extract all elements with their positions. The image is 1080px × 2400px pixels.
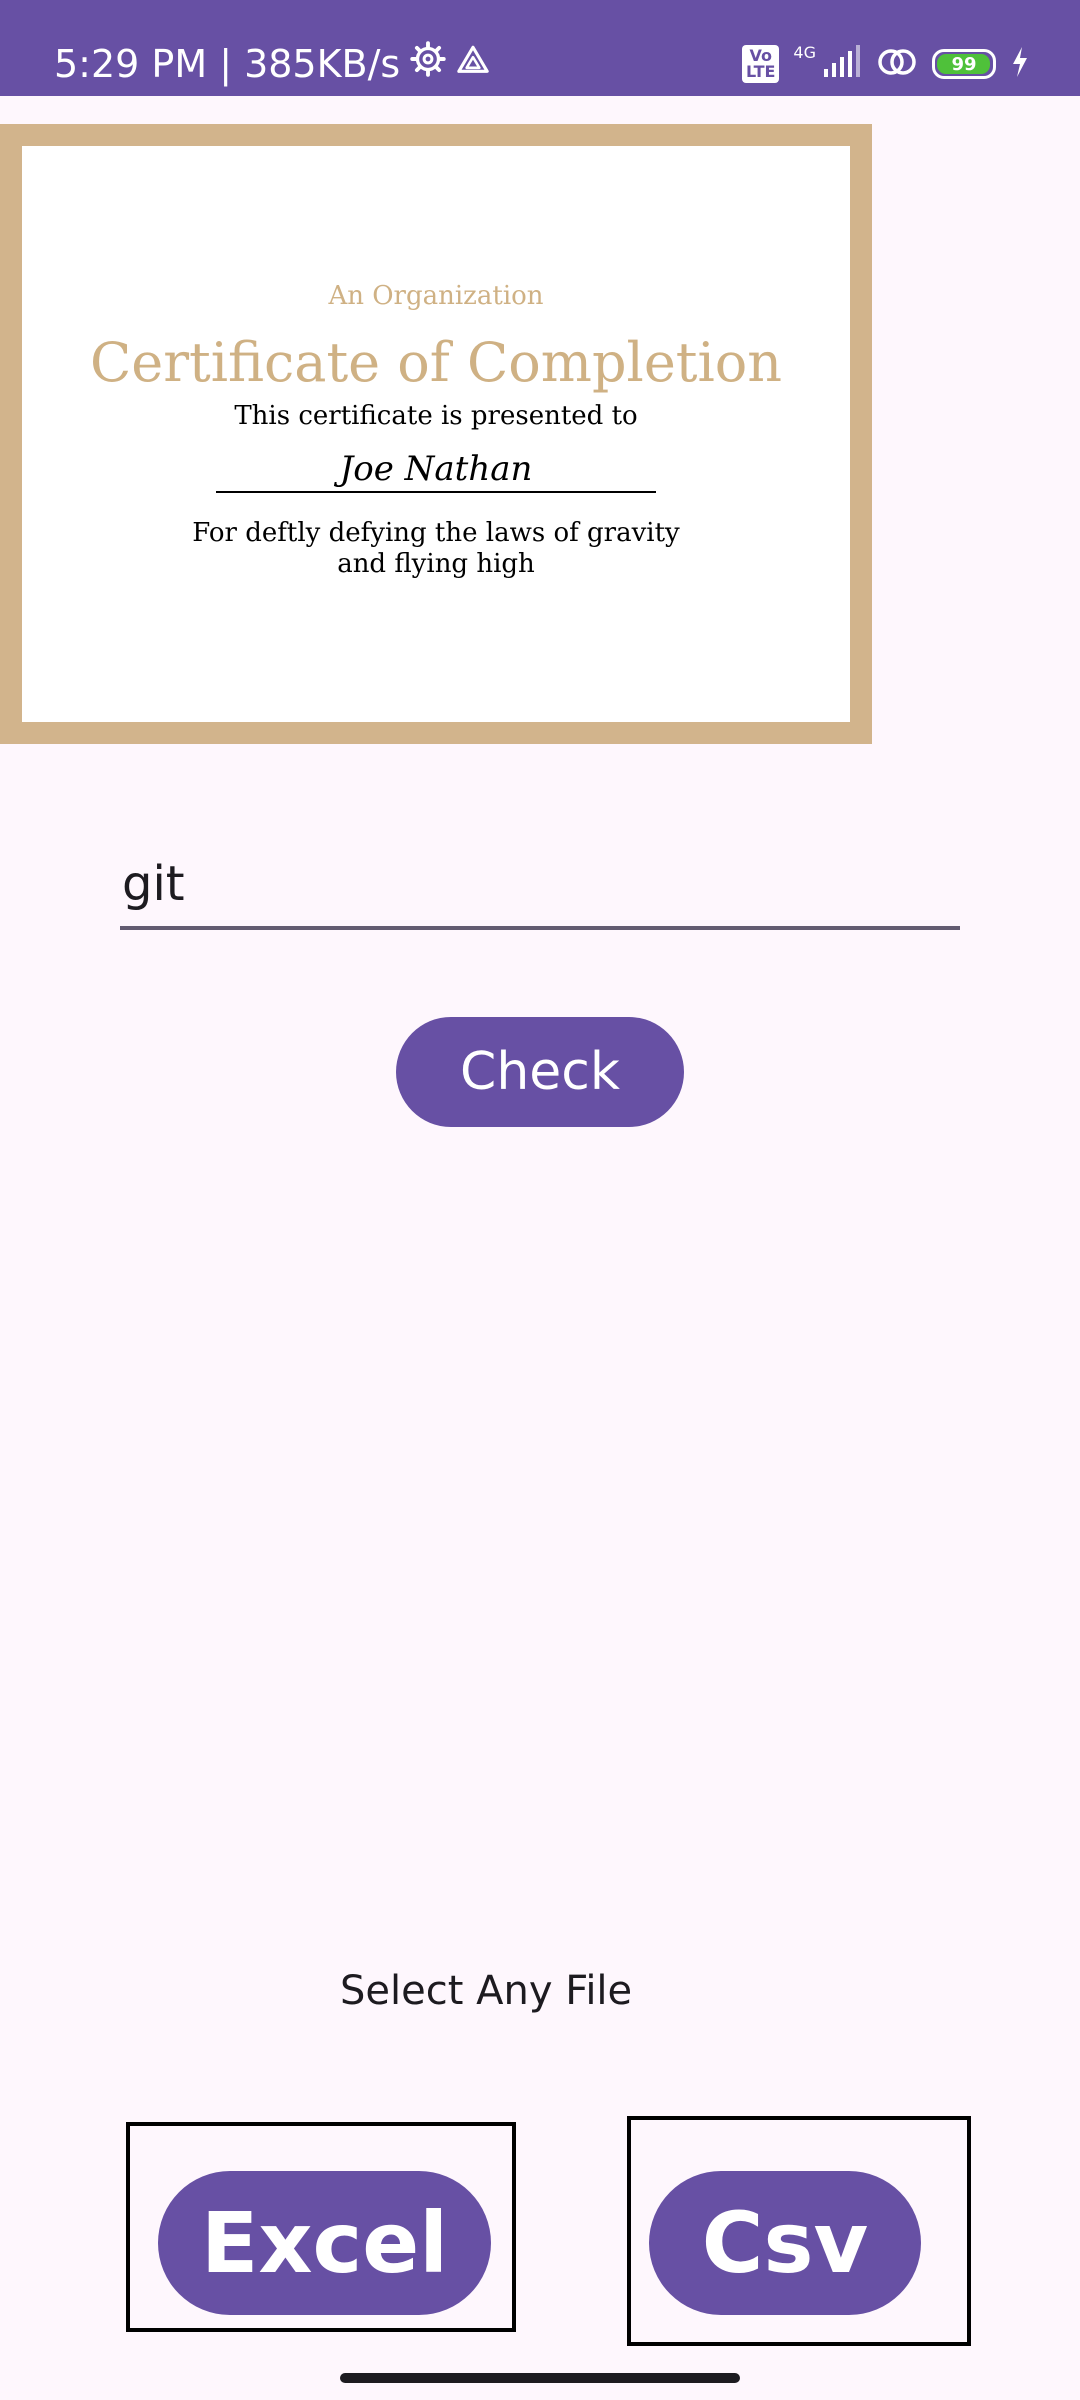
drive-icon	[456, 36, 490, 92]
check-button[interactable]: Check	[396, 1017, 684, 1127]
certificate-organization: An Organization	[328, 281, 544, 311]
certificate-reason: For deftly defying the laws of gravity a…	[192, 518, 680, 579]
signal-icon	[822, 45, 862, 83]
certificate-presented-to: This certificate is presented to	[234, 401, 638, 431]
certificate-title: Certificate of Completion	[89, 331, 783, 394]
bolt-icon	[1010, 46, 1030, 82]
status-left: 5:29 PM | 385KB/s	[54, 36, 490, 92]
certificate-recipient-name: Joe Nathan	[216, 449, 656, 493]
name-input-value[interactable]: git	[122, 856, 185, 912]
excel-button[interactable]: Excel	[158, 2171, 491, 2315]
certificate-body: An Organization Certificate of Completio…	[22, 146, 850, 722]
volte-badge: Vo LTE	[742, 45, 780, 83]
select-file-label: Select Any File	[340, 1968, 633, 2014]
status-right: Vo LTE 4G 99	[742, 36, 1030, 92]
status-time: 5:29 PM | 385KB/s	[54, 42, 401, 86]
csv-button[interactable]: Csv	[649, 2171, 921, 2315]
name-input[interactable]: git	[120, 850, 960, 930]
status-bar: 5:29 PM | 385KB/s Vo LTE 4G 99	[0, 0, 1080, 96]
battery-level: 99	[951, 53, 977, 75]
network-type: 4G	[793, 42, 816, 62]
battery-icon: 99	[932, 49, 996, 79]
certificate: An Organization Certificate of Completio…	[0, 124, 872, 744]
gear-icon	[410, 36, 446, 92]
navigation-handle[interactable]	[340, 2373, 740, 2383]
link-icon	[876, 45, 918, 83]
name-input-underline	[120, 926, 960, 930]
